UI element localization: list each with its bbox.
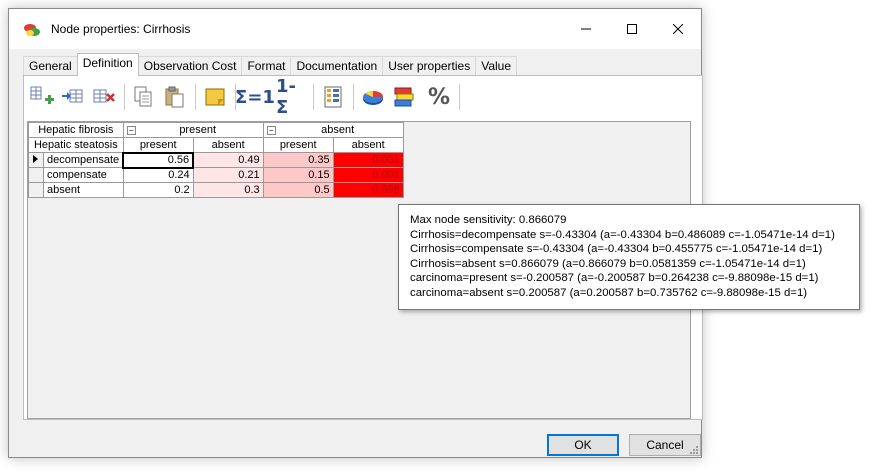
tooltip-line: carcinoma=present s=-0.200587 (a=-0.2005… [410,272,819,285]
window-title: Node properties: Cirrhosis [51,22,191,36]
table-button[interactable] [319,83,347,111]
parent2-header-row: Hepatic steatosis present absent present… [28,137,404,153]
tooltip-line: Max node sensitivity: 0.866079 [410,214,567,226]
parent2-state-label: present [262,137,334,153]
row-selector[interactable] [28,152,44,168]
parent2-state-label: present [122,137,194,153]
collapse-icon[interactable]: − [126,126,136,135]
percent-icon: % [427,84,451,110]
insert-state-button[interactable] [59,83,87,111]
tooltip-line: Cirrhosis=compensate s=-0.43304 (a=-0.43… [410,243,823,256]
parent2-state-label: absent [332,137,404,153]
close-button[interactable] [655,9,701,49]
table-icon [324,86,342,108]
probability-cell[interactable]: 0.998 [332,182,404,198]
row-selector[interactable] [28,167,44,183]
close-icon [673,24,683,34]
normalize-icon: Σ=1 [235,86,275,108]
probability-cell[interactable]: 0.2 [122,182,194,198]
parent1-header-row: Hepatic fibrosis − present − absent [28,122,404,138]
collapse-icon[interactable]: − [266,126,276,135]
tab-definition[interactable]: Definition [76,53,139,76]
tooltip-line: Cirrhosis=absent s=0.866079 (a=0.866079 … [410,257,806,270]
tab-user-properties[interactable]: User properties [382,56,477,76]
tab-general[interactable]: General [23,56,78,76]
parent2-name: Hepatic steatosis [28,137,124,153]
probability-cell[interactable]: 0.001 [332,167,404,183]
bar-chart-icon [394,87,414,107]
parent2-state-label: absent [192,137,264,153]
delete-state-button[interactable] [90,83,118,111]
toolbar-separator [313,84,314,110]
note-icon [205,88,225,106]
table-row: decompensate 0.56 0.49 0.35 0.001 [28,151,404,169]
bar-chart-button[interactable] [390,83,418,111]
sensitivity-tooltip: Max node sensitivity: 0.866079 Cirrhosis… [398,204,860,310]
minimize-button[interactable] [563,9,609,49]
probability-cell[interactable]: 0.21 [192,167,264,183]
state-label: absent [43,182,124,198]
resize-grip-icon[interactable] [687,443,699,455]
probability-table: Hepatic fibrosis − present − absent Hepa… [28,122,404,198]
state-label: decompensate [43,152,124,168]
probability-cell[interactable]: 0.5 [262,182,334,198]
tooltip-line: carcinoma=absent s=0.200587 (a=0.200587 … [410,286,808,299]
table-row: absent 0.2 0.3 0.5 0.998 [28,182,404,198]
add-state-icon [30,86,54,104]
app-node-icon [24,24,40,36]
tab-format[interactable]: Format [241,56,292,76]
state-label: compensate [43,167,124,183]
probability-cell[interactable]: 0.35 [262,152,334,168]
complement-button[interactable]: 1-Σ [276,76,304,118]
copy-icon [134,86,152,107]
paste-icon [165,86,184,108]
insert-state-icon [62,89,83,103]
parent1-state-label: absent [321,124,355,136]
table-row: compensate 0.24 0.21 0.15 0.001 [28,167,404,183]
tab-observation-cost[interactable]: Observation Cost [137,56,243,76]
parent1-state-header[interactable]: − present [122,122,264,138]
paste-button[interactable] [161,83,189,111]
minimize-icon [581,28,591,30]
parent1-name: Hepatic fibrosis [28,122,124,138]
tab-value[interactable]: Value [475,56,518,76]
probability-cell[interactable]: 0.56 [122,151,195,169]
probability-cell[interactable]: 0.24 [122,167,194,183]
note-button[interactable] [201,83,229,111]
add-state-button[interactable] [28,83,56,111]
pie-chart-button[interactable] [359,83,387,111]
row-selector[interactable] [28,182,44,198]
delete-state-icon [93,89,115,103]
tooltip-line: Cirrhosis=decompensate s=-0.43304 (a=-0.… [410,228,835,241]
complement-icon: 1-Σ [276,76,296,118]
parent1-state-header[interactable]: − absent [262,122,404,138]
toolbar: Σ=1 1-Σ % [28,76,465,118]
pie-chart-icon [363,91,383,105]
probability-cell[interactable]: 0.3 [192,182,264,198]
normalize-button[interactable]: Σ=1 [235,83,275,111]
toolbar-separator [459,84,460,110]
copy-button[interactable] [130,83,158,111]
toolbar-separator [195,84,196,110]
toolbar-separator [353,84,354,110]
ok-button[interactable]: OK [547,434,619,456]
toolbar-separator [124,84,125,110]
tab-strip: General Definition Observation Cost Form… [23,53,518,76]
maximize-icon [627,24,637,34]
percent-button[interactable]: % [425,83,453,111]
parent1-state-label: present [179,124,217,136]
title-bar: Node properties: Cirrhosis [9,9,701,49]
row-pointer-icon [33,154,38,163]
probability-cell[interactable]: 0.15 [262,167,334,183]
tab-documentation[interactable]: Documentation [290,56,384,76]
probability-cell[interactable]: 0.001 [332,152,404,168]
maximize-button[interactable] [609,9,655,49]
probability-cell[interactable]: 0.49 [192,152,264,168]
